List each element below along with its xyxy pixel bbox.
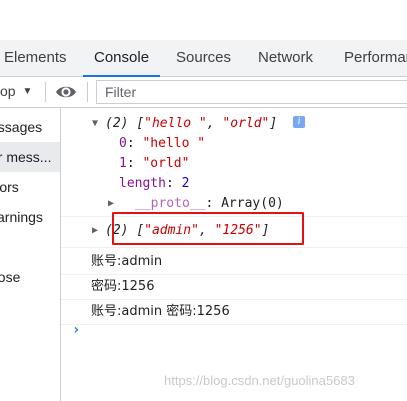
tab-sources[interactable]: Sources <box>176 40 231 76</box>
separator: , <box>206 116 223 131</box>
console-message: 账号:admin <box>61 250 407 275</box>
sidebar-item-warnings[interactable]: varnings <box>0 202 60 232</box>
array-value: "orld" <box>222 116 270 131</box>
expand-triangle-icon[interactable]: ▶ <box>92 225 98 236</box>
tab-elements[interactable]: Elements <box>4 40 67 76</box>
tab-network[interactable]: Network <box>258 40 313 76</box>
tab-console[interactable]: Console <box>82 40 161 77</box>
log-text: 账号:admin <box>91 254 163 269</box>
expand-triangle-icon[interactable]: ▶ <box>108 198 114 209</box>
entry-key: 0 <box>119 136 127 151</box>
console-output: ▼ (2) ["hello ", "orld"] i 0: "hello " 1… <box>61 108 407 401</box>
entry-value: "orld" <box>142 156 190 171</box>
filter-input[interactable] <box>97 81 407 103</box>
array-value: "hello " <box>144 116 207 131</box>
sidebar-item-label: er mess... <box>0 149 52 165</box>
context-selector[interactable]: op ▼ <box>0 83 32 99</box>
devtools-tab-bar: Elements Console Sources Network Perform… <box>0 40 407 77</box>
sidebar-item-label: bose <box>0 269 21 285</box>
separator: : <box>126 156 143 171</box>
console-sidebar: essages er mess... rrors varnings o bose <box>0 108 61 401</box>
sidebar-item-label: rrors <box>0 179 19 195</box>
tab-performance[interactable]: Performan <box>344 40 407 76</box>
entry-key: length <box>119 176 166 191</box>
console-message: 密码:1256 <box>61 275 407 300</box>
array-summary: (2) ["hello ", "orld"] <box>105 116 277 131</box>
entry-value: 2 <box>181 176 190 191</box>
watermark: https://blog.csdn.net/guolina5683 <box>164 373 355 388</box>
sidebar-item-verbose[interactable]: bose <box>0 262 60 292</box>
console-message: 账号:admin 密码:1256 <box>61 300 407 325</box>
console-toolbar: op ▼ <box>0 77 407 108</box>
separator: : <box>165 176 182 191</box>
log-text: 密码:1256 <box>91 279 155 294</box>
entry-value: "hello " <box>142 136 206 151</box>
separator: : <box>126 136 143 151</box>
entry-key: 1 <box>119 156 127 171</box>
bracket: [ <box>136 116 145 131</box>
info-icon[interactable]: i <box>293 116 305 128</box>
sidebar-item-label: varnings <box>0 209 43 225</box>
bracket: ] <box>269 116 278 131</box>
sidebar-item-label: essages <box>0 119 43 135</box>
entry-value: : Array(0) <box>205 196 284 211</box>
annotation-highlight-box <box>112 212 304 245</box>
expand-triangle-icon[interactable]: ▼ <box>92 118 98 129</box>
context-selector-label: op <box>0 83 16 99</box>
sidebar-item-info[interactable]: o <box>0 232 60 262</box>
eye-icon[interactable] <box>55 83 77 106</box>
entry-key: __proto__ <box>135 196 206 211</box>
toolbar-divider <box>87 82 88 102</box>
sidebar-item-user-messages[interactable]: er mess... <box>0 142 60 172</box>
console-prompt-icon[interactable]: › <box>72 322 80 338</box>
log-text: 账号:admin 密码:1256 <box>91 304 230 319</box>
array-length-text: (2) <box>105 116 129 131</box>
filter-field <box>96 80 407 104</box>
chevron-down-icon: ▼ <box>22 86 33 97</box>
toolbar-divider <box>45 82 46 102</box>
sidebar-item-errors[interactable]: rrors <box>0 172 60 202</box>
sidebar-item-messages[interactable]: essages <box>0 112 60 142</box>
